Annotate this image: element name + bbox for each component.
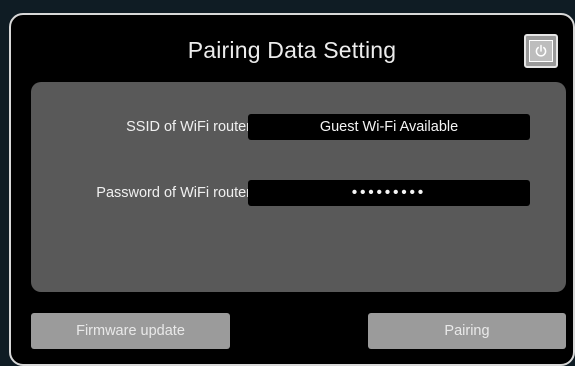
firmware-update-button[interactable]: Firmware update xyxy=(31,313,230,349)
power-button[interactable] xyxy=(524,34,558,68)
password-input[interactable]: ••••••••• xyxy=(248,180,530,206)
pairing-button[interactable]: Pairing xyxy=(368,313,566,349)
pairing-dialog: Pairing Data Setting SSID of WiFi router… xyxy=(9,13,575,366)
power-icon xyxy=(529,40,553,62)
app-background: Pairing Data Setting SSID of WiFi router… xyxy=(0,0,575,366)
settings-panel: SSID of WiFi router Guest Wi-Fi Availabl… xyxy=(31,82,566,292)
password-label: Password of WiFi router xyxy=(96,185,251,201)
dialog-title: Pairing Data Setting xyxy=(187,37,397,63)
ssid-label: SSID of WiFi router xyxy=(126,119,251,135)
ssid-input[interactable]: Guest Wi-Fi Available xyxy=(248,114,530,140)
